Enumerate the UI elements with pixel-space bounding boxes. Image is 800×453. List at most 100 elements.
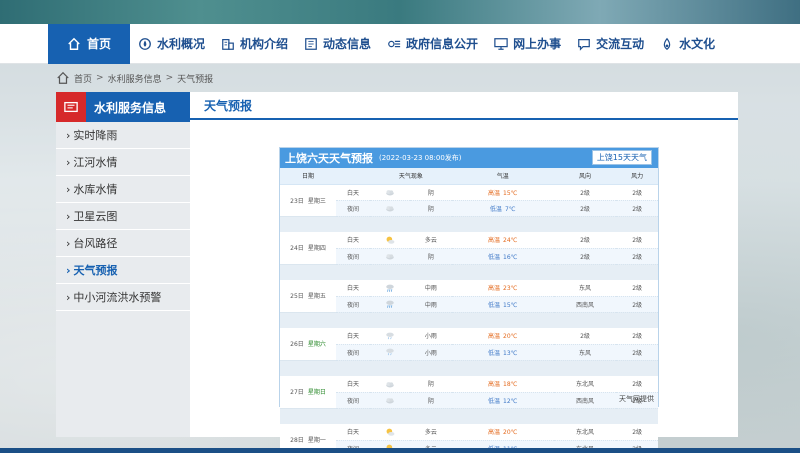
row-spacer-cell <box>280 312 658 328</box>
weather-desc: 小雨 <box>410 328 452 345</box>
weather-period: 白天 <box>336 280 370 297</box>
weather-desc: 阴 <box>410 184 452 201</box>
weather-wind-dir: 西南风 <box>553 392 617 409</box>
temp-label: 高温 <box>488 237 501 245</box>
temp-label: 低温 <box>488 253 501 261</box>
fifteen-day-button[interactable]: 上饶15天天气 <box>591 150 652 165</box>
weekday-label: 星期五 <box>307 293 326 301</box>
nav-item-0[interactable]: 水利概况 <box>130 24 213 64</box>
row-spacer-cell <box>280 216 658 232</box>
row-spacer <box>280 408 658 424</box>
chevron-right-icon: › <box>66 128 71 142</box>
weather-title: 上饶六天天气预报 <box>285 152 373 165</box>
weather-wind: 2级 <box>616 424 658 441</box>
nav-home[interactable]: 首页 <box>48 23 130 64</box>
weather-icon-cell <box>370 344 410 361</box>
nav-item-3[interactable]: 政府信息公开 <box>379 24 486 64</box>
weather-period: 白天 <box>336 328 370 345</box>
weather-row: 28日 星期一 白天 多云 高温 20℃ 东北风 2级 <box>280 424 658 453</box>
temp-label: 低温 <box>488 349 501 357</box>
weather-temp: 低温 7℃ <box>451 200 554 217</box>
light-rain-icon <box>385 347 395 357</box>
sidebar-title: 水利服务信息 <box>94 100 167 115</box>
top-banner <box>0 0 800 24</box>
weather-icon-cell <box>370 232 410 249</box>
weather-icon-cell <box>370 328 410 345</box>
weather-temp: 高温 18℃ <box>451 376 554 393</box>
tab-weather-forecast[interactable]: 天气预报 <box>190 92 738 120</box>
sidebar-list: › 实时降雨 › 江河水情 › 水库水情 › 卫星云图 › 台风路径 › 天气预报 › 中小河流洪水预警 <box>56 122 190 311</box>
sidebar-item[interactable]: › 中小河流洪水预警 <box>56 284 190 311</box>
weather-row: 夜间阴低温 16℃ 2级 2级 <box>280 248 658 265</box>
weekday-label: 星期六 <box>307 341 326 349</box>
sidebar: 水利服务信息 › 实时降雨 › 江河水情 › 水库水情 › 卫星云图 › 台风路径 › 天气预报 › 中小… <box>56 92 190 437</box>
nav-home-label: 首页 <box>86 37 111 51</box>
weather-temp: 低温 15℃ <box>451 296 554 313</box>
nav-item-6[interactable]: 水文化 <box>652 24 723 64</box>
sidebar-item[interactable]: › 天气预报 <box>56 257 190 284</box>
chevron-right-icon: › <box>66 290 71 304</box>
date-label: 27日 <box>290 389 304 397</box>
temp-value: 15℃ <box>503 189 518 197</box>
weather-desc: 中雨 <box>410 296 452 313</box>
temp-label: 低温 <box>488 397 501 405</box>
disclosure-icon <box>387 37 401 51</box>
header-date: 日期 <box>280 168 336 185</box>
weather-date: 24日 星期四 <box>280 232 336 265</box>
weather-icon-cell <box>370 392 410 409</box>
footer-bar <box>0 448 800 453</box>
weather-wind-dir: 2级 <box>553 200 617 217</box>
breadcrumb-home[interactable]: 首页 <box>74 72 92 85</box>
weather-icon-cell <box>370 200 410 217</box>
sidebar-item-label: 天气预报 <box>73 264 118 277</box>
nav-item-2[interactable]: 动态信息 <box>296 24 379 64</box>
nav-item-4[interactable]: 网上办事 <box>486 24 569 64</box>
weather-desc: 阴 <box>410 376 452 393</box>
sidebar-item[interactable]: › 江河水情 <box>56 149 190 176</box>
sidebar-item[interactable]: › 实时降雨 <box>56 122 190 149</box>
weather-period: 白天 <box>336 424 370 441</box>
weather-icon-cell <box>370 280 410 297</box>
weather-desc: 多云 <box>410 424 452 441</box>
row-spacer-cell <box>280 408 658 424</box>
weather-wind-dir: 东北风 <box>553 424 617 441</box>
weather-period: 夜间 <box>336 248 370 265</box>
nav-item-label: 水利概况 <box>157 37 206 51</box>
nav-item-5[interactable]: 交流互动 <box>569 24 652 64</box>
weather-wind: 2级 <box>616 184 658 201</box>
header-wind-dir: 风向 <box>553 168 617 185</box>
temp-label: 低温 <box>488 301 501 309</box>
breadcrumb-separator: > <box>165 73 174 83</box>
temp-value: 7℃ <box>504 205 516 213</box>
weather-temp: 低温 12℃ <box>451 392 554 409</box>
cloudy-icon <box>385 203 395 213</box>
breadcrumb-section[interactable]: 水利服务信息 <box>108 72 162 85</box>
weather-date: 27日 星期日 <box>280 376 336 409</box>
home-icon[interactable] <box>56 71 70 85</box>
nav-item-label: 水文化 <box>679 37 716 51</box>
weather-period: 白天 <box>336 376 370 393</box>
weather-temp: 高温 23℃ <box>451 280 554 297</box>
row-spacer <box>280 360 658 376</box>
weather-period: 夜间 <box>336 392 370 409</box>
temp-value: 20℃ <box>503 429 518 437</box>
sidebar-item[interactable]: › 卫星云图 <box>56 203 190 230</box>
weather-widget: 上饶六天天气预报 (2022-03-23 08:00发布) 上饶15天天气 日期… <box>279 147 659 453</box>
weather-period: 白天 <box>336 184 370 201</box>
temp-label: 高温 <box>488 333 501 341</box>
sidebar-item[interactable]: › 水库水情 <box>56 176 190 203</box>
date-label: 28日 <box>290 437 304 445</box>
sidebar-item[interactable]: › 台风路径 <box>56 230 190 257</box>
chevron-right-icon: › <box>66 263 71 277</box>
sidebar-item-label: 实时降雨 <box>73 129 118 142</box>
weather-temp: 低温 16℃ <box>451 248 554 265</box>
temp-label: 高温 <box>488 429 501 437</box>
row-spacer-cell <box>280 360 658 376</box>
home-icon <box>67 37 81 51</box>
weekday-label: 星期日 <box>307 389 326 397</box>
sidebar-item-label: 卫星云图 <box>73 210 118 223</box>
nav-item-1[interactable]: 机构介绍 <box>213 24 296 64</box>
temp-label: 低温 <box>489 205 502 213</box>
weather-wind-dir: 2级 <box>553 184 617 201</box>
weather-icon-cell <box>370 184 410 201</box>
